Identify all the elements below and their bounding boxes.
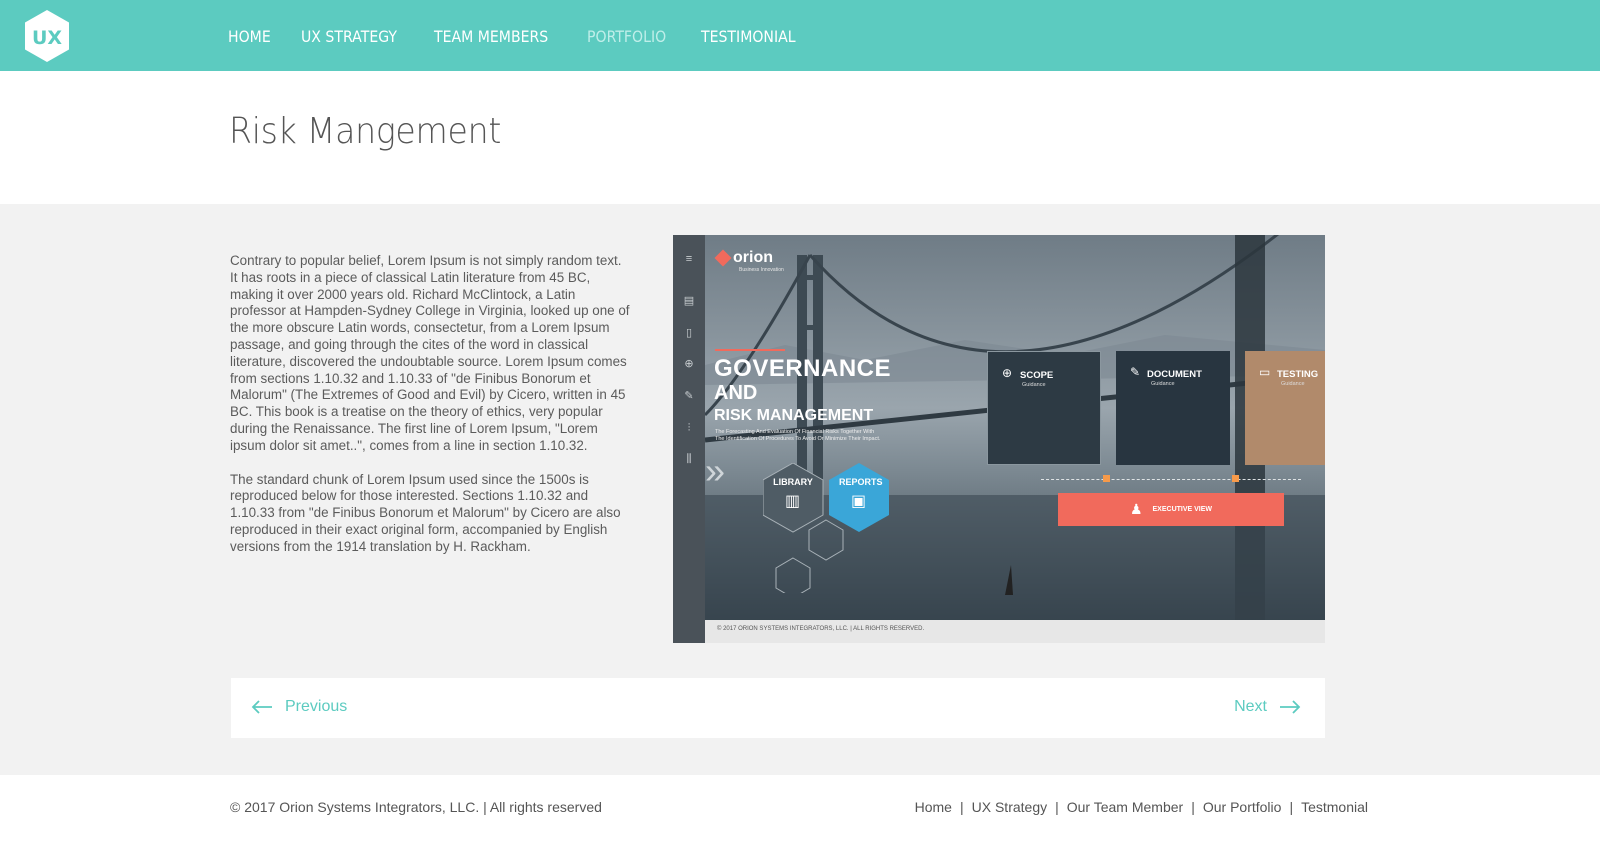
headline-subtext-1: The Forecasting And Evaluation Of Financ… [715,429,875,435]
headline-2: AND [714,382,758,404]
project-description: Contrary to popular belief, Lorem Ipsum … [230,253,630,573]
testing-icon: ▭ [1259,365,1271,379]
sliders-icon: ⫶ [687,422,691,434]
headline-accent-line [715,349,785,351]
footer-link-ux-strategy[interactable]: UX Strategy [972,799,1047,815]
document-edit-icon: ✎ [1130,365,1141,379]
description-paragraph-1: Contrary to popular belief, Lorem Ipsum … [230,253,630,453]
card-scope-sub: Guidance [1022,382,1046,388]
card-scope-title: SCOPE [1020,370,1054,381]
card-document-sub: Guidance [1151,381,1175,387]
footer-separator: | [959,799,964,815]
card-document-title: DOCUMENT [1147,369,1202,380]
description-paragraph-2: The standard chunk of Lorem Ipsum used s… [230,471,621,554]
executive-view-button[interactable]: ♟ EXECUTIVE VIEW [1058,493,1284,526]
next-label: Next [1234,698,1267,715]
screenshot-footer-text: © 2017 ORION SYSTEMS INTEGRATORS, LLC. |… [717,626,925,632]
library-icon: ⫼ [686,453,692,465]
nav-testimonial[interactable]: TESTIMONIAL [701,22,796,52]
executive-view-label: EXECUTIVE VIEW [1152,506,1213,513]
nav-ux-strategy[interactable]: UX STRATEGY [301,22,397,52]
footer-separator: | [1055,799,1059,815]
footer-link-team-member[interactable]: Our Team Member [1067,799,1183,815]
screenshot-sidebar: ≡ ▤ ▯ ⊕ ✎ ⫶ ⫼ [673,235,705,643]
reports-icon: ▣ [851,493,867,510]
next-button[interactable]: Next [1234,698,1301,716]
books-icon: ▥ [785,493,801,510]
copyright: © 2017 Orion Systems Integrators, LLC. |… [230,799,602,815]
footer-separator: | [1191,799,1195,815]
headline-subtext-2: The Identification Of Procedures To Avoi… [715,436,881,442]
executive-icon: ♟ [1129,501,1143,517]
hex-library-label[interactable]: LIBRARY [773,477,813,487]
hex-reports-label[interactable]: REPORTS [839,477,883,487]
document-icon: ▯ [685,327,693,339]
previous-button[interactable]: Previous [251,698,347,716]
page-title: Risk Mangement [229,111,502,152]
connector-line [1041,479,1301,480]
main-nav: HOME UX STRATEGY TEAM MEMBERS PORTFOLIO … [228,22,833,52]
card-testing-sub: Guidance [1281,381,1305,387]
target-icon: ⊕ [684,358,694,370]
card-document[interactable]: ✎ DOCUMENT Guidance [1116,351,1230,465]
arrow-right-icon [1280,700,1301,714]
screenshot-footer: © 2017 ORION SYSTEMS INTEGRATORS, LLC. |… [705,620,1325,643]
card-testing-title: TESTING [1277,369,1319,380]
previous-label: Previous [285,698,348,715]
chevron-right-icon: » [705,450,726,491]
top-navigation-bar: UX HOME UX STRATEGY TEAM MEMBERS PORTFOL… [0,0,1600,71]
footer-link-testimonial[interactable]: Testmonial [1301,799,1368,815]
edit-icon: ✎ [684,390,694,402]
portfolio-pager: Previous Next [231,678,1325,738]
ux-logo[interactable]: UX [23,9,71,63]
menu-icon: ≡ [685,253,693,265]
connector-dot-1 [1103,475,1110,482]
card-scope[interactable]: ⊕ SCOPE Guidance [987,351,1101,465]
brand-sub: Business Innovation [739,267,784,273]
headline-1: GOVERNANCE [714,355,892,382]
arrow-left-icon [251,700,272,714]
logo-text: UX [32,27,62,49]
brand-name: orion [733,249,773,266]
nav-portfolio[interactable]: PORTFOLIO [587,22,666,52]
headline-3: RISK MANAGEMENT [714,407,874,424]
footer-link-portfolio[interactable]: Our Portfolio [1203,799,1282,815]
orion-logo-icon [714,249,732,267]
clipboard-icon: ▤ [683,295,695,307]
portfolio-screenshot: ≡ ▤ ▯ ⊕ ✎ ⫶ ⫼ orion Business Innovation … [673,235,1325,643]
site-footer: © 2017 Orion Systems Integrators, LLC. |… [0,775,1600,842]
nav-team-members[interactable]: TEAM MEMBERS [434,22,548,52]
footer-link-home[interactable]: Home [915,799,952,815]
footer-separator: | [1289,799,1294,815]
nav-home[interactable]: HOME [228,22,271,52]
footer-links: Home | UX Strategy | Our Team Member | O… [915,799,1368,815]
showcase-brand: orion [714,249,773,267]
title-band: Risk Mangement [0,71,1600,204]
scope-icon: ⊕ [1002,366,1013,380]
bridge-background: orion Business Innovation GOVERNANCE AND… [705,235,1325,620]
connector-dot-2 [1232,475,1239,482]
card-testing[interactable]: ▭ TESTING Guidance [1245,351,1325,465]
